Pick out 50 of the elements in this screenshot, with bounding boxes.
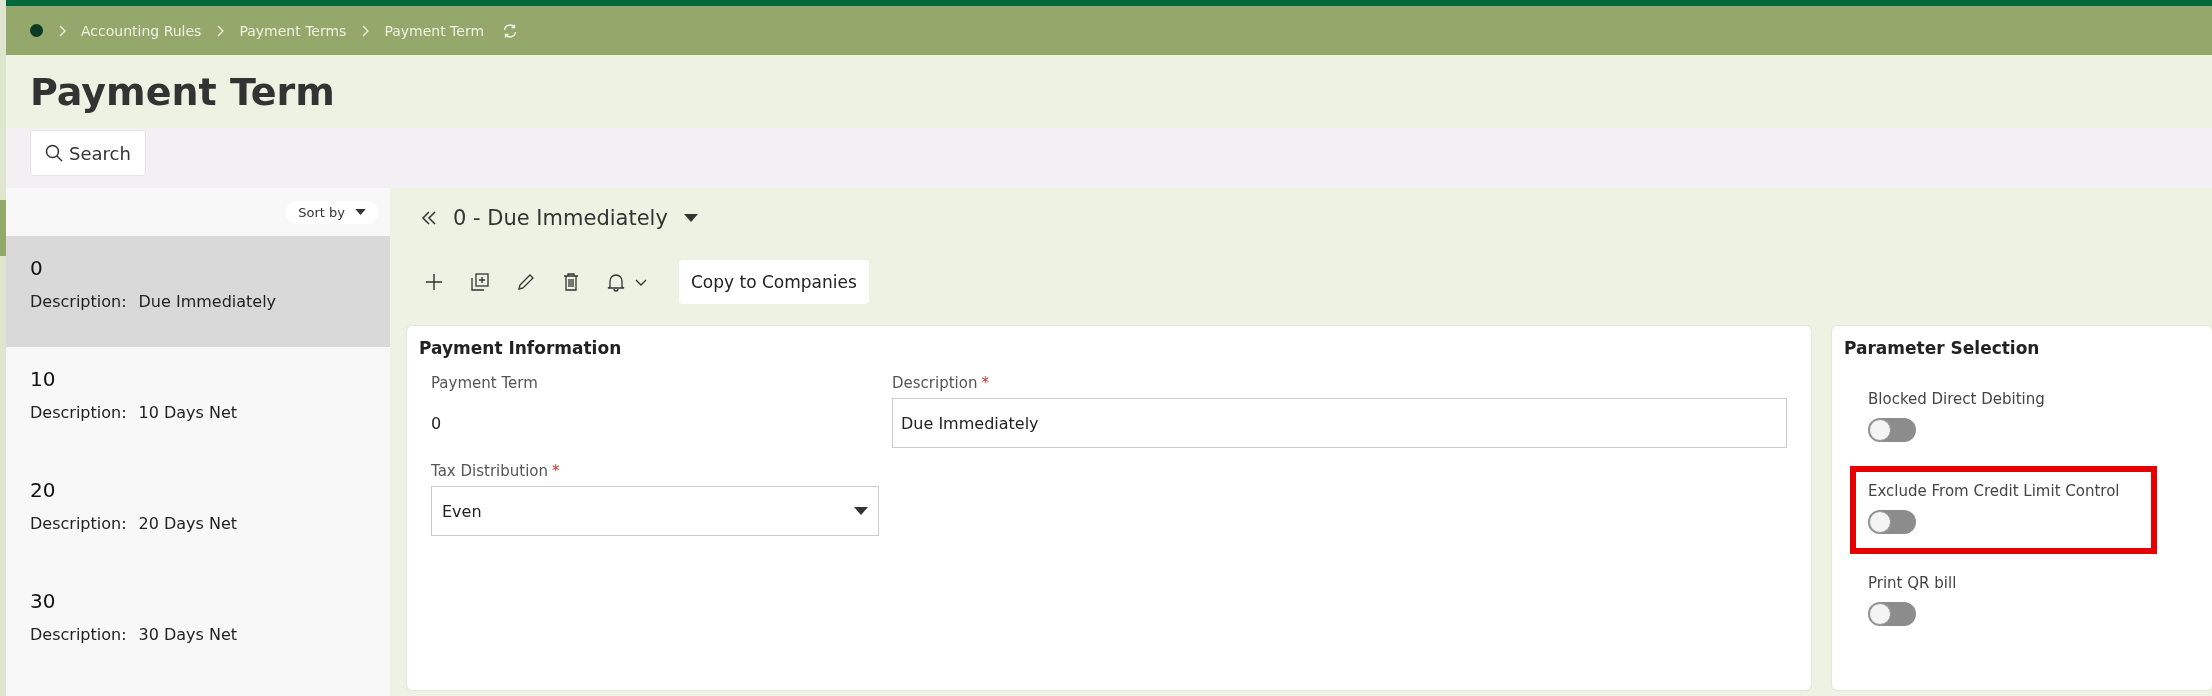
description-value: Due Immediately [138,292,277,311]
duplicate-button[interactable] [471,273,489,291]
card-title: Parameter Selection [1844,338,2041,358]
field-label: Tax Distribution * [431,462,561,480]
description-input[interactable]: Due Immediately [892,398,1787,448]
list-item[interactable]: 30 Description: 30 Days Net [6,569,390,680]
chevron-icon [57,24,67,37]
sort-button[interactable]: Sort by [286,200,378,224]
chevron-icon [360,24,371,37]
search-button[interactable]: Search [30,130,146,176]
description-value: 30 Days Net [138,625,238,644]
description-label: Description: [30,292,127,311]
list-item[interactable]: 10 Description: 10 Days Net [6,347,390,458]
chevron-down-icon [635,278,647,286]
description-label: Description: [30,625,127,644]
toggle-label: Exclude From Credit Limit Control [1868,482,2121,500]
field-label: Description * [892,374,990,392]
card-title: Payment Information [419,338,623,358]
notification-button[interactable] [607,272,647,292]
chevron-icon [215,24,226,37]
edit-button[interactable] [517,273,535,291]
add-button[interactable] [425,273,443,291]
field-label: Payment Term [431,374,539,392]
item-number: 10 [30,367,57,391]
page-title: Payment Term [30,69,335,114]
field-value: 0 [431,412,443,435]
item-number: 30 [30,589,57,613]
tax-distribution-select[interactable]: Even [431,486,879,536]
list-item[interactable]: 0 Description: Due Immediately [6,236,390,347]
toggle-switch[interactable] [1868,602,1916,626]
record-title: 0 - Due Immediately [453,206,668,230]
description-value: 20 Days Net [138,514,238,533]
item-number: 20 [30,478,57,502]
home-dot-icon[interactable] [30,24,43,37]
list-item[interactable]: 20 Description: 20 Days Net [6,458,390,569]
toggle-switch[interactable] [1868,510,1916,534]
description-value: 10 Days Net [138,403,238,422]
copy-to-companies-button[interactable]: Copy to Companies [679,260,869,304]
caret-icon[interactable] [683,214,698,222]
description-label: Description: [30,514,127,533]
double-chevron-icon[interactable] [421,211,437,225]
toggle-label: Blocked Direct Debiting [1868,390,2046,408]
caret-icon [355,209,366,215]
item-number: 0 [30,256,44,280]
toggle-label: Print QR bill [1868,574,1958,592]
delete-button[interactable] [563,273,579,291]
search-icon [45,144,63,162]
description-label: Description: [30,403,127,422]
toggle-switch[interactable] [1868,418,1916,442]
caret-icon [854,507,868,515]
